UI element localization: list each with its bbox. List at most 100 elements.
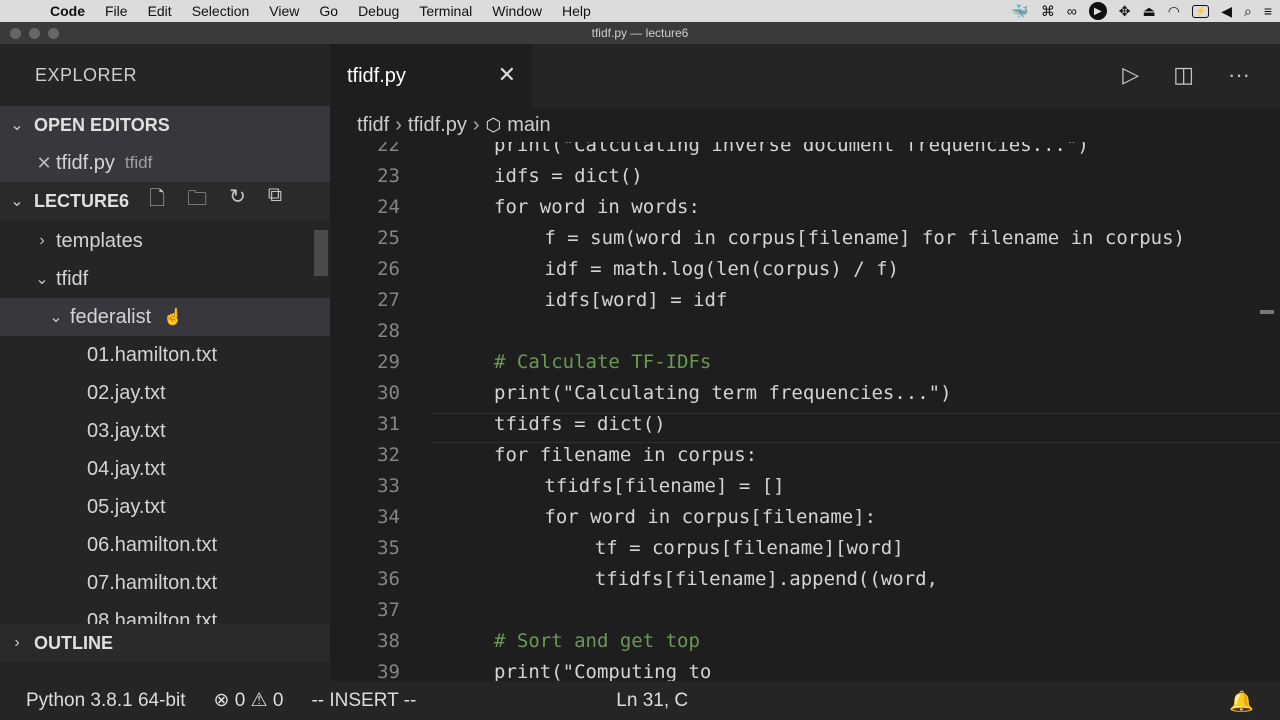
split-editor-icon[interactable]: ◫: [1173, 62, 1194, 88]
line-number: 28: [377, 320, 400, 342]
zoom-window-button[interactable]: [48, 28, 59, 39]
macos-menubar: Code File Edit Selection View Go Debug T…: [0, 0, 1280, 22]
tree-item-label: 08.hamilton.txt: [87, 609, 218, 625]
move-icon[interactable]: ✥: [1119, 3, 1131, 20]
line-number: 26: [377, 258, 400, 280]
outline-label: OUTLINE: [34, 632, 113, 653]
line-number: 35: [377, 537, 400, 559]
tab-tfidf-py[interactable]: tfidf.py ✕: [330, 44, 532, 108]
code-editor[interactable]: 22 print("Calculating inverse document fr…: [330, 142, 1280, 681]
chevron-down-icon: ⌄: [35, 271, 49, 288]
problems-indicator[interactable]: ⊗ 0 ⚠ 0: [214, 689, 284, 712]
tree-item-tfidf[interactable]: ⌄ tfidf: [0, 260, 330, 298]
open-editors-section[interactable]: ⌄ OPEN EDITORS: [0, 106, 330, 144]
menu-edit[interactable]: Edit: [138, 3, 182, 19]
new-folder-icon[interactable]: 🗀: [187, 184, 207, 218]
outline-section[interactable]: › OUTLINE: [0, 624, 330, 662]
new-file-icon[interactable]: 🗋: [149, 184, 165, 218]
command-icon[interactable]: ⌘: [1041, 3, 1055, 20]
cursor-position[interactable]: Ln 31, C: [616, 690, 688, 712]
status-tray: 🐳 ⌘ ∞ ▶ ✥ ⏏ ◠ ⚡ ◀ ⌕ ≡: [1011, 0, 1272, 22]
sound-icon[interactable]: ◀: [1221, 3, 1232, 20]
menu-help[interactable]: Help: [552, 3, 601, 19]
menu-window[interactable]: Window: [482, 3, 552, 19]
menu-selection[interactable]: Selection: [182, 3, 260, 19]
workspace-label: LECTURE6: [34, 190, 130, 211]
tree-file-item[interactable]: 08.hamilton.txt: [0, 602, 330, 625]
eject-icon[interactable]: ⏏: [1143, 3, 1156, 20]
menu-terminal[interactable]: Terminal: [409, 3, 482, 19]
battery-icon[interactable]: ⚡: [1191, 4, 1210, 18]
open-editor-filename: tfidf.py: [56, 151, 115, 174]
tree-file-item[interactable]: 05.jay.txt: [0, 488, 330, 526]
editor-area: tfidf.py ✕ ▷ ◫ ··· tfidf › tfidf.py › ⬡ …: [330, 44, 1280, 681]
tree-item-federalist[interactable]: ⌄ federalist ☝: [0, 298, 330, 336]
code-line: # Sort and get top: [494, 630, 700, 652]
status-bar: Python 3.8.1 64-bit ⊗ 0 ⚠ 0 -- INSERT --…: [0, 681, 1280, 720]
line-number: 31: [377, 413, 400, 435]
menu-list-icon[interactable]: ≡: [1264, 3, 1272, 19]
window-titlebar: tfidf.py — lecture6: [0, 22, 1280, 44]
code-line: for filename in corpus:: [494, 444, 758, 466]
editor-actions: ▷ ◫ ···: [1122, 62, 1250, 88]
search-icon[interactable]: ⌕: [1244, 3, 1252, 20]
line-number: 39: [377, 661, 400, 681]
menu-app-code[interactable]: Code: [40, 3, 95, 19]
code-line: idfs[word] = idf: [544, 289, 728, 311]
workspace-section[interactable]: ⌄ LECTURE6 🗋 🗀 ↻ ⧉: [0, 182, 330, 220]
tree-file-item[interactable]: 02.jay.txt: [0, 374, 330, 412]
close-window-button[interactable]: [10, 28, 21, 39]
breadcrumb-symbol[interactable]: main: [507, 114, 550, 137]
python-interpreter[interactable]: Python 3.8.1 64-bit: [26, 690, 186, 712]
link-icon[interactable]: ∞: [1067, 3, 1077, 19]
chevron-right-icon: ›: [395, 113, 402, 136]
code-line: f = sum(word in corpus[filename] for fil…: [544, 227, 1185, 249]
run-icon[interactable]: ▷: [1122, 62, 1139, 88]
tree-file-item[interactable]: 06.hamilton.txt: [0, 526, 330, 564]
close-icon[interactable]: ✕: [32, 153, 56, 174]
open-editor-folder: tfidf: [124, 153, 153, 172]
code-line: print("Computing to: [494, 661, 712, 681]
collapse-all-icon[interactable]: ⧉: [268, 184, 282, 218]
breadcrumb-folder[interactable]: tfidf: [357, 114, 389, 137]
vim-mode: -- INSERT --: [311, 689, 417, 711]
tree-file-item[interactable]: 04.jay.txt: [0, 450, 330, 488]
line-number: 30: [377, 382, 400, 404]
open-editor-item[interactable]: ✕ tfidf.py tfidf: [0, 144, 330, 182]
line-number: 25: [377, 227, 400, 249]
wifi-icon[interactable]: ◠: [1168, 3, 1180, 20]
breadcrumb-file[interactable]: tfidf.py: [408, 114, 467, 137]
tree-item-label: 06.hamilton.txt: [87, 533, 218, 556]
menu-go[interactable]: Go: [309, 3, 348, 19]
tree-item-label: 02.jay.txt: [87, 381, 166, 404]
chevron-down-icon: ⌄: [10, 117, 24, 134]
chevron-right-icon: ›: [39, 232, 45, 249]
line-number: 33: [377, 475, 400, 497]
play-circle-icon[interactable]: ▶: [1088, 2, 1107, 20]
docker-icon[interactable]: 🐳: [1011, 3, 1028, 20]
code-line: # Calculate TF-IDFs: [494, 351, 712, 373]
tree-item-label: templates: [56, 229, 143, 252]
code-line: for word in corpus[filename]:: [544, 506, 877, 528]
menu-debug[interactable]: Debug: [348, 3, 409, 19]
more-actions-icon[interactable]: ···: [1228, 62, 1250, 88]
tree-file-item[interactable]: 07.hamilton.txt: [0, 564, 330, 602]
line-number: 24: [377, 196, 400, 218]
menu-view[interactable]: View: [259, 3, 309, 19]
tree-file-item[interactable]: 03.jay.txt: [0, 412, 330, 450]
file-tree: › templates ⌄ tfidf ⌄ federalist ☝ 01.ha…: [0, 220, 330, 624]
close-tab-icon[interactable]: ✕: [498, 62, 516, 88]
line-number: 37: [377, 599, 400, 621]
line-number: 34: [377, 506, 400, 528]
minimize-window-button[interactable]: [29, 28, 40, 39]
sidebar-scrollbar[interactable]: [314, 230, 328, 276]
code-line: tf = corpus[filename][word]: [594, 537, 904, 559]
notification-bell-icon[interactable]: 🔔: [1229, 689, 1254, 714]
refresh-icon[interactable]: ↻: [229, 184, 246, 218]
code-line: idfs = dict(): [494, 165, 643, 187]
menu-file[interactable]: File: [95, 3, 138, 19]
tree-file-item[interactable]: 01.hamilton.txt: [0, 336, 330, 374]
editor-tabs: tfidf.py ✕ ▷ ◫ ···: [330, 44, 1280, 108]
tab-label: tfidf.py: [347, 64, 406, 87]
tree-item-templates[interactable]: › templates: [0, 222, 330, 260]
